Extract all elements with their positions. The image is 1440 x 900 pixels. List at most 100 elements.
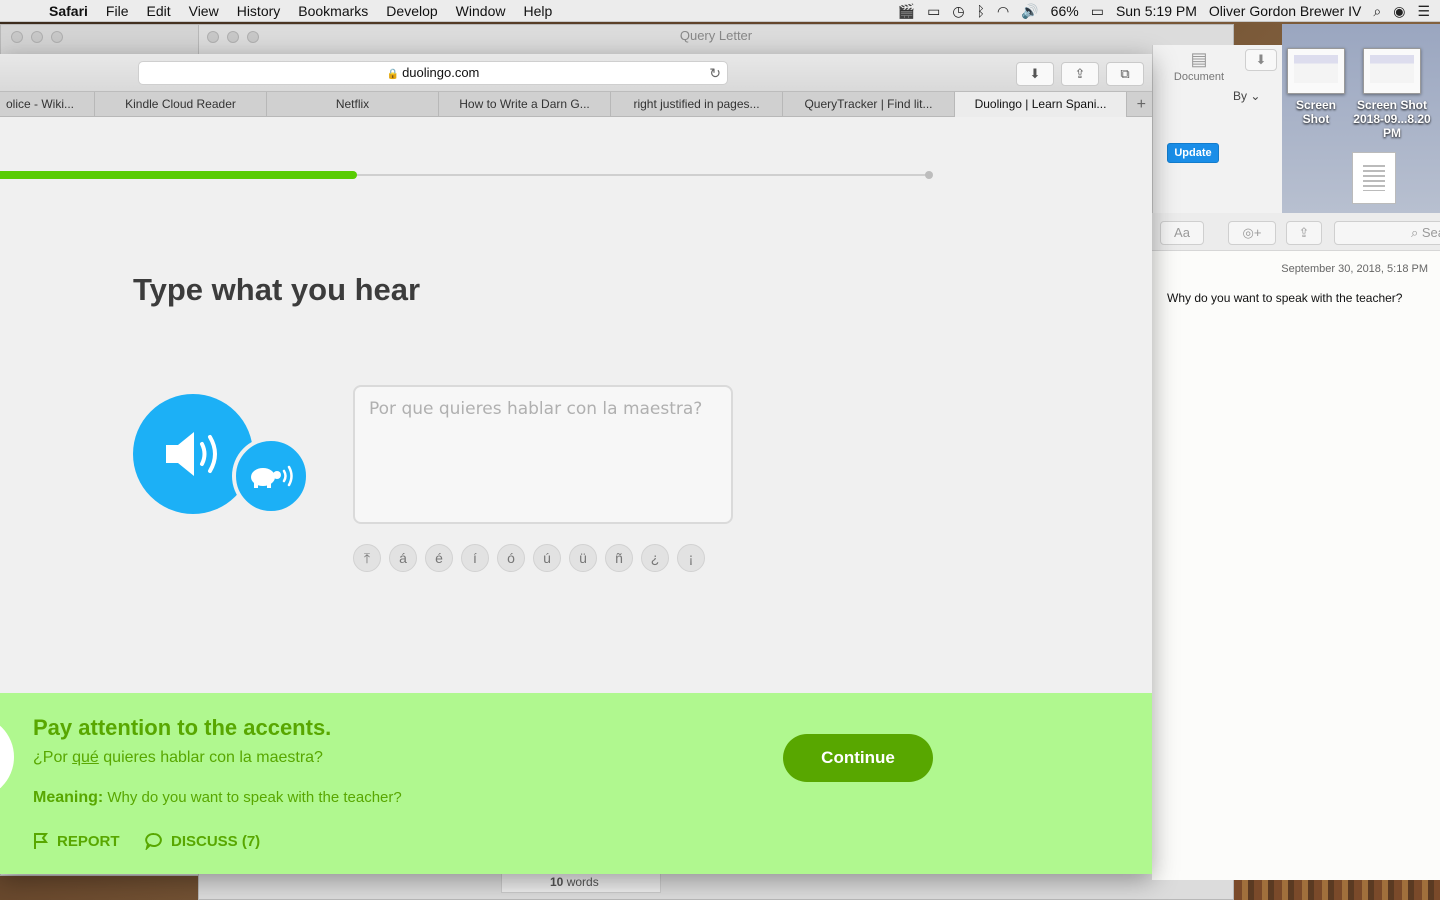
- word-count-number: 10: [550, 875, 564, 889]
- reload-icon[interactable]: ↻: [709, 62, 721, 84]
- accent-key-e[interactable]: é: [425, 544, 453, 572]
- search-icon: ⌕: [1410, 225, 1419, 240]
- airplay-icon[interactable]: ▭: [927, 3, 940, 20]
- sentence-highlight[interactable]: qué: [72, 749, 99, 766]
- answer-textarea[interactable]: Por que quieres hablar con la maestra?: [353, 385, 733, 524]
- menu-extras: 🎬 ▭ ◷ ᛒ ◠ 🔊 66% ▭ Sun 5:19 PM Oliver Gor…: [898, 0, 1430, 22]
- feedback-panel: Pay attention to the accents. ¿Por qué q…: [0, 693, 1152, 874]
- meaning-label: Meaning:: [33, 789, 104, 806]
- continue-button[interactable]: Continue: [783, 734, 933, 782]
- turtle-icon: [251, 465, 293, 488]
- tab-how-to-write[interactable]: How to Write a Darn G...: [439, 92, 611, 117]
- zoom-icon[interactable]: [51, 31, 63, 43]
- notes-search-label: Sea: [1421, 225, 1440, 240]
- sort-by-dropdown[interactable]: By ⌄: [1233, 89, 1260, 103]
- format-button[interactable]: Aa: [1160, 221, 1204, 245]
- shift-key[interactable]: ⤒: [353, 544, 381, 572]
- spotlight-search-icon[interactable]: ⌕: [1373, 3, 1381, 20]
- share-icon[interactable]: ⇪: [1286, 221, 1322, 245]
- correct-sentence: ¿Por qué quieres hablar con la maestra?: [33, 749, 323, 767]
- address-bar-url: duolingo.com: [402, 65, 480, 80]
- share-icon[interactable]: ⇪: [1061, 62, 1099, 86]
- battery-icon[interactable]: ▭: [1091, 3, 1104, 20]
- menu-bookmarks[interactable]: Bookmarks: [289, 3, 377, 19]
- tab-kindle[interactable]: Kindle Cloud Reader: [95, 92, 267, 117]
- new-tab-button[interactable]: +: [1127, 92, 1152, 117]
- menu-clock[interactable]: Sun 5:19 PM: [1116, 3, 1197, 19]
- menu-user[interactable]: Oliver Gordon Brewer IV: [1209, 3, 1362, 19]
- menu-develop[interactable]: Develop: [377, 3, 446, 19]
- accent-key-n-tilde[interactable]: ñ: [605, 544, 633, 572]
- play-slow-audio-button[interactable]: [232, 437, 310, 515]
- meaning-line: Meaning: Why do you want to speak with t…: [33, 789, 402, 807]
- pages-minimize-icon[interactable]: [227, 31, 239, 43]
- minimize-icon[interactable]: [31, 31, 43, 43]
- discuss-label: DISCUSS (7): [171, 832, 261, 850]
- lesson-progress-fill: [0, 171, 358, 179]
- bluetooth-icon[interactable]: ᛒ: [977, 3, 985, 19]
- word-count[interactable]: 10 words: [501, 871, 661, 893]
- accent-key-o[interactable]: ó: [497, 544, 525, 572]
- duolingo-page: Type what you hear Por que quieres habla…: [0, 117, 1152, 874]
- report-button[interactable]: REPORT: [33, 832, 120, 850]
- tab-bar: olice - Wiki... Kindle Cloud Reader Netf…: [0, 91, 1152, 117]
- menu-view[interactable]: View: [180, 3, 228, 19]
- note-date: September 30, 2018, 5:18 PM: [1281, 263, 1428, 275]
- pages-zoom-icon[interactable]: [247, 31, 259, 43]
- notification-center-icon[interactable]: ☰: [1417, 3, 1430, 20]
- safari-window: 🔒 duolingo.com ↻ ⬇ ⇪ ⧉ olice - Wiki... Ki…: [0, 54, 1152, 874]
- siri-icon[interactable]: ◉: [1393, 3, 1405, 20]
- tab-wikipedia[interactable]: olice - Wiki...: [0, 92, 95, 117]
- update-button[interactable]: Update: [1167, 143, 1219, 163]
- word-count-unit: words: [566, 875, 599, 889]
- note-content[interactable]: September 30, 2018, 5:18 PM Why do you w…: [1152, 251, 1440, 880]
- screenshot-thumbnail: [1287, 48, 1345, 94]
- tab-duolingo[interactable]: Duolingo | Learn Spani...: [955, 92, 1127, 117]
- desktop-document-icon[interactable]: [1352, 152, 1396, 204]
- note-text[interactable]: Why do you want to speak with the teache…: [1167, 291, 1402, 305]
- report-label: REPORT: [57, 832, 120, 850]
- accent-key-inverted-question[interactable]: ¿: [641, 544, 669, 572]
- flag-icon: [34, 833, 48, 849]
- menu-app-name[interactable]: Safari: [40, 3, 97, 19]
- accent-key-i[interactable]: í: [461, 544, 489, 572]
- address-bar[interactable]: 🔒 duolingo.com ↻: [138, 61, 728, 85]
- accent-key-u[interactable]: ú: [533, 544, 561, 572]
- tab-overview-icon[interactable]: ⧉: [1106, 62, 1144, 86]
- battery-percent[interactable]: 66%: [1051, 3, 1079, 19]
- desktop-screenshot-2[interactable]: Screen Shot 2018-09...8.20 PM: [1352, 48, 1432, 140]
- safari-toolbar: 🔒 duolingo.com ↻ ⬇ ⇪ ⧉: [0, 54, 1152, 91]
- document-button[interactable]: ▤ Document: [1163, 47, 1235, 91]
- pages-side-toolbar: ▤ Document ⬇ By ⌄ Update: [1152, 45, 1282, 213]
- notes-search-field[interactable]: ⌕ Sea: [1334, 221, 1440, 245]
- menu-edit[interactable]: Edit: [137, 3, 179, 19]
- lesson-progress-bar: [0, 171, 933, 179]
- volume-icon[interactable]: 🔊: [1021, 3, 1038, 20]
- accent-key-inverted-exclamation[interactable]: ¡: [677, 544, 705, 572]
- downloads-icon[interactable]: ⬇: [1016, 62, 1054, 86]
- accent-key-a[interactable]: á: [389, 544, 417, 572]
- menu-file[interactable]: File: [97, 3, 138, 19]
- wifi-icon[interactable]: ◠: [997, 3, 1009, 20]
- sort-by-label: By: [1233, 89, 1248, 103]
- add-people-icon[interactable]: ◎+: [1228, 221, 1276, 245]
- pages-title[interactable]: Query Letter: [199, 25, 1233, 47]
- play-audio-button[interactable]: [133, 394, 253, 514]
- challenge-title: Type what you hear: [133, 272, 421, 307]
- discuss-button[interactable]: DISCUSS (7): [145, 832, 260, 850]
- sentence-after: quieres hablar con la maestra?: [98, 749, 323, 766]
- tab-right-justified[interactable]: right justified in pages...: [611, 92, 783, 117]
- menu-history[interactable]: History: [228, 3, 290, 19]
- menu-window[interactable]: Window: [447, 3, 515, 19]
- accent-key-u-umlaut[interactable]: ü: [569, 544, 597, 572]
- tab-netflix[interactable]: Netflix: [267, 92, 439, 117]
- film-icon[interactable]: 🎬: [898, 3, 915, 20]
- desktop-screenshot-1[interactable]: Screen Shot: [1282, 48, 1350, 126]
- menu-help[interactable]: Help: [514, 3, 561, 19]
- time-machine-icon[interactable]: ◷: [952, 3, 964, 20]
- download-icon[interactable]: ⬇: [1245, 49, 1277, 71]
- sentence-before: ¿Por: [33, 749, 73, 766]
- tab-querytracker[interactable]: QueryTracker | Find lit...: [783, 92, 955, 117]
- close-icon[interactable]: [11, 31, 23, 43]
- pages-close-icon[interactable]: [207, 31, 219, 43]
